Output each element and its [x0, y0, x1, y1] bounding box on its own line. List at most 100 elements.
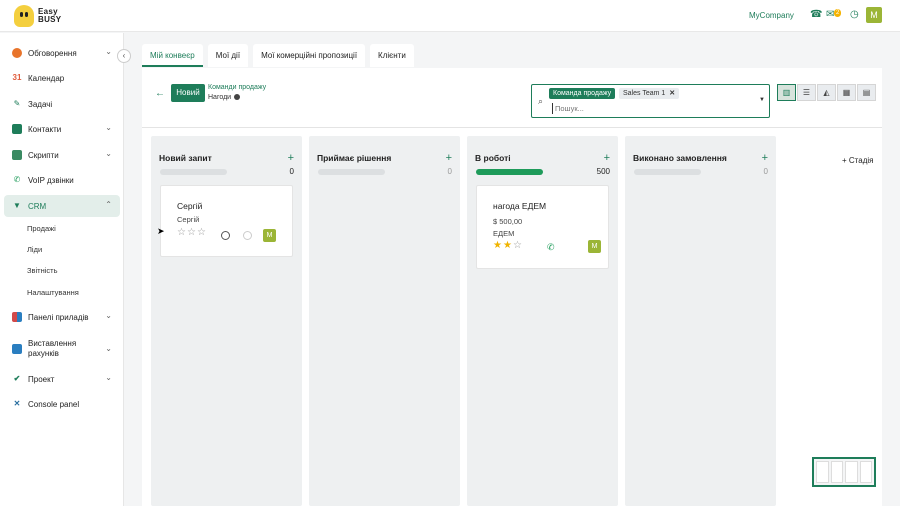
search-input[interactable]	[552, 103, 752, 114]
sidebar-item-label: Console panel	[28, 399, 80, 409]
company-switcher[interactable]: MyCompany	[749, 11, 794, 20]
sidebar-item-invoicing[interactable]: Виставлення рахунків ⌄	[4, 336, 120, 362]
kanban-column: Виконано замовлення + 0	[625, 136, 776, 506]
column-progress-bar	[160, 169, 227, 175]
scripts-icon	[12, 150, 22, 160]
breadcrumb-sales-teams[interactable]: Команди продажу	[208, 84, 266, 91]
column-total: 500	[596, 167, 610, 176]
invoice-icon	[12, 344, 22, 354]
app-logo[interactable]: Easy BUSY	[14, 5, 61, 27]
remove-facet-icon[interactable]: ✕	[669, 90, 675, 97]
sidebar-item-calendar[interactable]: 31 Календар	[4, 67, 120, 89]
back-arrow-icon[interactable]: ←	[155, 88, 165, 99]
chevron-down-icon[interactable]: ⌄	[105, 311, 112, 320]
minimap-column	[816, 461, 829, 483]
add-stage-label: Стадія	[848, 156, 874, 165]
phone-icon[interactable]: ✆	[547, 242, 555, 253]
kanban-column: Приймає рішення + 0	[309, 136, 460, 506]
star-icon[interactable]: ☆	[177, 227, 187, 238]
chat-count-badge: 2	[834, 9, 842, 17]
card-partner: ЕДЕМ	[493, 229, 515, 238]
sidebar-item-discussions[interactable]: Обговорення ⌄	[4, 42, 120, 64]
sidebar-item-scripts[interactable]: Скрипти ⌄	[4, 144, 120, 166]
star-icon[interactable]: ☆	[513, 240, 523, 251]
facet-value: Sales Team 1 ✕	[619, 88, 680, 99]
priority-stars[interactable]: ☆☆☆	[177, 227, 207, 238]
mouse-cursor-icon: ➤	[157, 226, 165, 236]
kanban-column: Новий запит + 0 Сергій Сергій ☆☆☆ M	[151, 136, 302, 506]
status-circle-icon[interactable]	[243, 231, 252, 240]
column-title: Приймає рішення	[317, 153, 392, 163]
kanban-view-icon[interactable]: ▥	[777, 84, 796, 101]
column-progress-bar	[634, 169, 701, 175]
sidebar-item-label: Обговорення	[28, 48, 77, 58]
column-total: 0	[763, 167, 768, 176]
sidebar-subitem-reporting[interactable]: Звітність	[27, 266, 58, 275]
sidebar-subitem-leads[interactable]: Ліди	[27, 245, 42, 254]
search-icon: ⌕	[538, 96, 544, 106]
contacts-icon	[12, 124, 22, 134]
progress-fill	[476, 169, 543, 175]
search-box[interactable]: ⌕ Команда продажу Sales Team 1✕ ▼	[531, 84, 770, 118]
chevron-down-icon[interactable]: ⌄	[105, 149, 112, 158]
tab-clients[interactable]: Клієнти	[370, 44, 414, 67]
tab-my-pipeline[interactable]: Мій конвеєр	[142, 44, 203, 67]
star-icon[interactable]: ★	[503, 240, 513, 251]
sidebar-item-contacts[interactable]: Контакти ⌄	[4, 118, 120, 140]
star-icon[interactable]: ☆	[197, 227, 207, 238]
chevron-up-icon[interactable]: ⌃	[105, 200, 112, 209]
activity-clock-icon[interactable]	[221, 231, 230, 240]
sidebar-item-tasks[interactable]: ✎ Задачі	[4, 93, 120, 115]
search-options-caret-icon[interactable]: ▼	[759, 97, 765, 103]
kanban-card[interactable]: нагода ЕДЕМ $ 500,00 ЕДЕМ ★★☆ ✆ M	[476, 185, 609, 269]
new-button[interactable]: Новий	[171, 84, 205, 102]
phone-icon[interactable]: ☎	[810, 9, 822, 21]
kanban-column: В роботі + 500 нагода ЕДЕМ $ 500,00 ЕДЕМ…	[467, 136, 618, 506]
sidebar-item-label: Проект	[28, 374, 55, 384]
list-view-icon[interactable]: ☰	[797, 84, 816, 101]
quick-create-plus-icon[interactable]: +	[288, 152, 294, 164]
user-avatar[interactable]: M	[866, 7, 882, 23]
avatar[interactable]: M	[263, 229, 276, 242]
quick-create-plus-icon[interactable]: +	[762, 152, 768, 164]
chevron-down-icon[interactable]: ⌄	[105, 344, 112, 353]
calendar-view-icon[interactable]: ▦	[837, 84, 856, 101]
star-icon[interactable]: ☆	[187, 227, 197, 238]
chevron-down-icon[interactable]: ⌄	[105, 373, 112, 382]
sidebar-item-console[interactable]: ✕ Console panel	[4, 393, 120, 415]
sidebar-item-label: Панелі приладів	[28, 312, 89, 322]
card-title: нагода ЕДЕМ	[493, 201, 547, 211]
sidebar-subitem-sales[interactable]: Продажі	[27, 224, 56, 233]
chevron-down-icon[interactable]: ⌄	[105, 123, 112, 132]
plus-icon: +	[842, 156, 849, 165]
graph-view-icon[interactable]: ◭	[817, 84, 836, 101]
kanban-minimap[interactable]	[812, 457, 876, 487]
logo-icon	[14, 5, 34, 27]
gear-icon[interactable]	[234, 94, 241, 101]
kanban-card[interactable]: Сергій Сергій ☆☆☆ M	[160, 185, 293, 257]
star-icon[interactable]: ★	[493, 240, 503, 251]
sidebar-item-label: Контакти	[28, 124, 62, 134]
sidebar-item-project[interactable]: ✔ Проект ⌄	[4, 368, 120, 390]
sidebar-item-dashboards[interactable]: Панелі приладів ⌄	[4, 306, 120, 328]
tab-my-quotations[interactable]: Мої комерційні пропозиції	[253, 44, 366, 67]
quick-create-plus-icon[interactable]: +	[604, 152, 610, 164]
sidebar-subitem-settings[interactable]: Налаштування	[27, 288, 79, 297]
quick-create-plus-icon[interactable]: +	[446, 152, 452, 164]
chevron-down-icon[interactable]: ⌄	[105, 47, 112, 56]
activity-clock-icon[interactable]: ◷	[850, 9, 859, 21]
breadcrumb-current: Нагоди	[208, 94, 241, 101]
chat-bubble-icon	[12, 48, 22, 58]
priority-stars[interactable]: ★★☆	[493, 240, 523, 251]
sidebar-collapse-button[interactable]: ‹	[117, 49, 131, 63]
sidebar-item-voip[interactable]: ✆ VoIP дзвінки	[4, 169, 120, 191]
sidebar-item-crm[interactable]: ▼ CRM ⌃	[4, 195, 120, 217]
avatar[interactable]: M	[588, 240, 601, 253]
column-progress-bar	[476, 169, 543, 175]
breadcrumb-label: Нагоди	[208, 94, 232, 101]
tab-my-activities[interactable]: Мої дії	[207, 44, 249, 67]
sidebar-item-label: Виставлення рахунків	[28, 339, 77, 358]
phone-icon: ✆	[13, 175, 21, 184]
add-stage-button[interactable]: + Стадія	[842, 156, 873, 165]
pivot-view-icon[interactable]: ▤	[857, 84, 876, 101]
